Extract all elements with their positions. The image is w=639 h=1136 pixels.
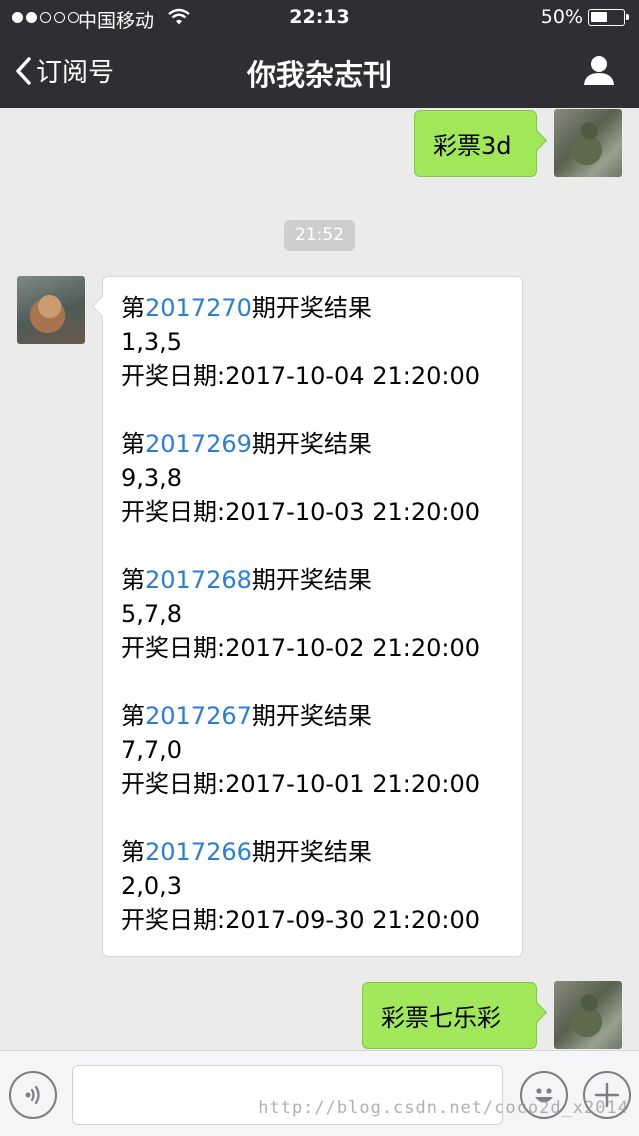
top-bar: 中国移动 22:13 50% 订阅号 你我杂志刊 bbox=[0, 0, 639, 108]
sent-message-bubble[interactable]: 彩票3d bbox=[414, 110, 537, 177]
draw-date: 开奖日期:2017-10-01 21:20:00 bbox=[121, 770, 480, 798]
my-avatar[interactable] bbox=[554, 981, 622, 1049]
draw-date: 开奖日期:2017-09-30 21:20:00 bbox=[121, 906, 480, 934]
profile-button[interactable] bbox=[583, 54, 615, 90]
winning-numbers: 9,3,8 bbox=[121, 464, 183, 492]
battery-icon bbox=[588, 9, 629, 26]
sent-message-text: 彩票七乐彩 bbox=[381, 1004, 501, 1032]
chat-area[interactable]: 彩票3d 21:52 第2017270期开奖结果 1,3,5 开奖日期:2017… bbox=[0, 108, 639, 1050]
draw-date: 开奖日期:2017-10-04 21:20:00 bbox=[121, 362, 480, 390]
person-icon bbox=[584, 56, 614, 85]
message-timestamp: 21:52 bbox=[284, 220, 355, 251]
status-bar: 中国移动 22:13 50% bbox=[0, 0, 639, 36]
result-heading: 第2017270期开奖结果 bbox=[121, 294, 372, 322]
input-bar bbox=[0, 1050, 639, 1136]
result-item: 第2017266期开奖结果 2,0,3 开奖日期:2017-09-30 21:2… bbox=[121, 835, 522, 971]
issue-number[interactable]: 2017269 bbox=[145, 430, 252, 458]
voice-button[interactable] bbox=[9, 1071, 57, 1119]
winning-numbers: 2,0,3 bbox=[121, 872, 183, 900]
navigation-bar: 订阅号 你我杂志刊 bbox=[0, 36, 639, 108]
result-heading: 第2017268期开奖结果 bbox=[121, 566, 372, 594]
page-title: 你我杂志刊 bbox=[246, 58, 392, 92]
received-message-bubble[interactable]: 第2017270期开奖结果 1,3,5 开奖日期:2017-10-04 21:2… bbox=[102, 276, 523, 957]
result-item: 第2017269期开奖结果 9,3,8 开奖日期:2017-10-03 21:2… bbox=[121, 427, 522, 563]
winning-numbers: 5,7,8 bbox=[121, 600, 183, 628]
result-item: 第2017270期开奖结果 1,3,5 开奖日期:2017-10-04 21:2… bbox=[121, 291, 522, 427]
winning-numbers: 7,7,0 bbox=[121, 736, 183, 764]
issue-number[interactable]: 2017266 bbox=[145, 838, 252, 866]
watermark-text: http://blog.csdn.net/coco2d_x2014 bbox=[258, 1098, 629, 1118]
draw-date: 开奖日期:2017-10-02 21:20:00 bbox=[121, 634, 480, 662]
result-heading: 第2017267期开奖结果 bbox=[121, 702, 372, 730]
account-avatar[interactable] bbox=[17, 276, 85, 344]
result-item: 第2017268期开奖结果 5,7,8 开奖日期:2017-10-02 21:2… bbox=[121, 563, 522, 699]
draw-date: 开奖日期:2017-10-03 21:20:00 bbox=[121, 498, 480, 526]
issue-number[interactable]: 2017268 bbox=[145, 566, 252, 594]
result-heading: 第2017269期开奖结果 bbox=[121, 430, 372, 458]
sent-message-text: 彩票3d bbox=[433, 132, 512, 160]
result-heading: 第2017266期开奖结果 bbox=[121, 838, 372, 866]
result-item: 第2017267期开奖结果 7,7,0 开奖日期:2017-10-01 21:2… bbox=[121, 699, 522, 835]
issue-number[interactable]: 2017270 bbox=[145, 294, 252, 322]
voice-icon bbox=[25, 1085, 40, 1105]
my-avatar[interactable] bbox=[554, 109, 622, 177]
sent-message-bubble[interactable]: 彩票七乐彩 bbox=[362, 982, 537, 1049]
battery-percent: 50% bbox=[540, 6, 583, 28]
issue-number[interactable]: 2017267 bbox=[145, 702, 252, 730]
winning-numbers: 1,3,5 bbox=[121, 328, 183, 356]
